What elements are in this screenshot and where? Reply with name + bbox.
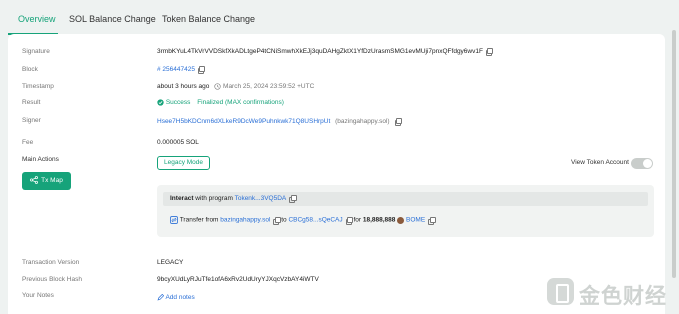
scrollbar[interactable] (672, 30, 676, 278)
transfer-from-text: Transfer from (179, 216, 219, 224)
interact-line: Interact with program Tokenk...3VQ5DA (170, 195, 297, 203)
copy-icon[interactable] (428, 217, 436, 225)
bome-token-icon (397, 216, 405, 224)
transfer-amount: 18,888,888 (362, 216, 396, 224)
signer-label: Signer (22, 117, 41, 124)
copy-icon[interactable] (394, 118, 403, 126)
watermark-text: 金色财经 (579, 285, 667, 308)
fee-label: Fee (22, 139, 34, 146)
interact-with-text: with program (195, 195, 233, 202)
your-notes-label: Your Notes (22, 292, 54, 299)
result-status: Success (165, 99, 191, 107)
from-address-link[interactable]: bazingahappy.sol (220, 217, 270, 224)
result-label: Result (22, 99, 41, 106)
watermark-logo-icon (547, 278, 574, 305)
tx-version-label: Transaction Version (22, 259, 80, 266)
to-text: to (281, 216, 287, 224)
result-finality: Finalized (MAX confirmations) (197, 99, 284, 107)
copy-icon[interactable] (273, 217, 281, 225)
pencil-icon (157, 294, 164, 301)
copy-icon[interactable] (289, 195, 297, 203)
view-token-account-toggle[interactable] (631, 158, 653, 169)
check-circle-icon (157, 99, 164, 106)
to-address-link[interactable]: CBCg58...sQeCAJ (288, 217, 342, 224)
signature-label: Signature (22, 48, 50, 55)
tab-token-balance-change[interactable]: Token Balance Change (162, 14, 255, 24)
tab-sol-balance-change[interactable]: SOL Balance Change (69, 14, 156, 24)
tab-overview[interactable]: Overview (18, 14, 56, 24)
copy-icon[interactable] (345, 217, 354, 225)
signature-row: 3rmbKYuL4TkVrVVDSkfXkADLtgeP4tCNiSmwhXkE… (157, 48, 494, 56)
timestamp-absolute: March 25, 2024 23:59:52 +UTC (223, 83, 315, 91)
copy-icon[interactable] (485, 48, 494, 56)
signer-address-link[interactable]: Hsee7H5bKDCnm6dXLkeR9DcWe9Puhnkwk71Q8USH… (157, 118, 330, 125)
prev-block-hash-value: 9bcyXUdLyRJuTfe1ofA6xRv2UdUryYJXqcVzbAY4… (157, 276, 319, 283)
tx-map-button[interactable]: Tx Map (22, 172, 71, 190)
copy-icon[interactable] (197, 66, 206, 74)
transaction-details-card (8, 34, 665, 314)
token-link[interactable]: BOME (406, 217, 425, 224)
transfer-icon (170, 216, 178, 224)
main-actions-box: Interact with program Tokenk...3VQ5DA Tr… (157, 185, 654, 237)
add-notes-button[interactable]: Add notes (157, 294, 195, 301)
fee-value: 0.000005 SOL (157, 139, 199, 146)
signer-domain: (bazingahappy.sol) (335, 118, 390, 125)
timestamp-relative: about 3 hours ago (157, 83, 210, 91)
clock-icon (214, 83, 221, 90)
prev-block-hash-label: Previous Block Hash (22, 276, 82, 283)
signature-value: 3rmbKYuL4TkVrVVDSkfXkADLtgeP4tCNiSmwhXkE… (157, 48, 483, 55)
tx-version-value: LEGACY (157, 259, 184, 266)
legacy-mode-button[interactable]: Legacy Mode (157, 156, 211, 170)
interact-label: Interact (170, 195, 194, 202)
share-nodes-icon (30, 176, 39, 185)
add-notes-label: Add notes (165, 294, 195, 302)
transfer-line: Transfer from bazingahappy.sol to CBCg58… (170, 216, 436, 225)
block-row: # 256447425 (157, 66, 206, 74)
for-text: for (353, 216, 362, 224)
tx-map-label: Tx Map (41, 177, 63, 184)
result-row: Success Finalized (MAX confirmations) (157, 99, 284, 106)
tab-bar: Overview SOL Balance Change Token Balanc… (0, 0, 679, 36)
signer-row: Hsee7H5bKDCnm6dXLkeR9DcWe9Puhnkwk71Q8USH… (157, 118, 403, 126)
timestamp-row: about 3 hours ago March 25, 2024 23:59:5… (157, 83, 314, 90)
view-token-account-label: View Token Account (571, 159, 629, 166)
block-link[interactable]: # 256447425 (157, 66, 195, 73)
program-link[interactable]: Tokenk...3VQ5DA (235, 195, 287, 202)
main-actions-label: Main Actions (22, 156, 59, 163)
timestamp-label: Timestamp (22, 83, 54, 90)
block-label: Block (22, 66, 38, 73)
